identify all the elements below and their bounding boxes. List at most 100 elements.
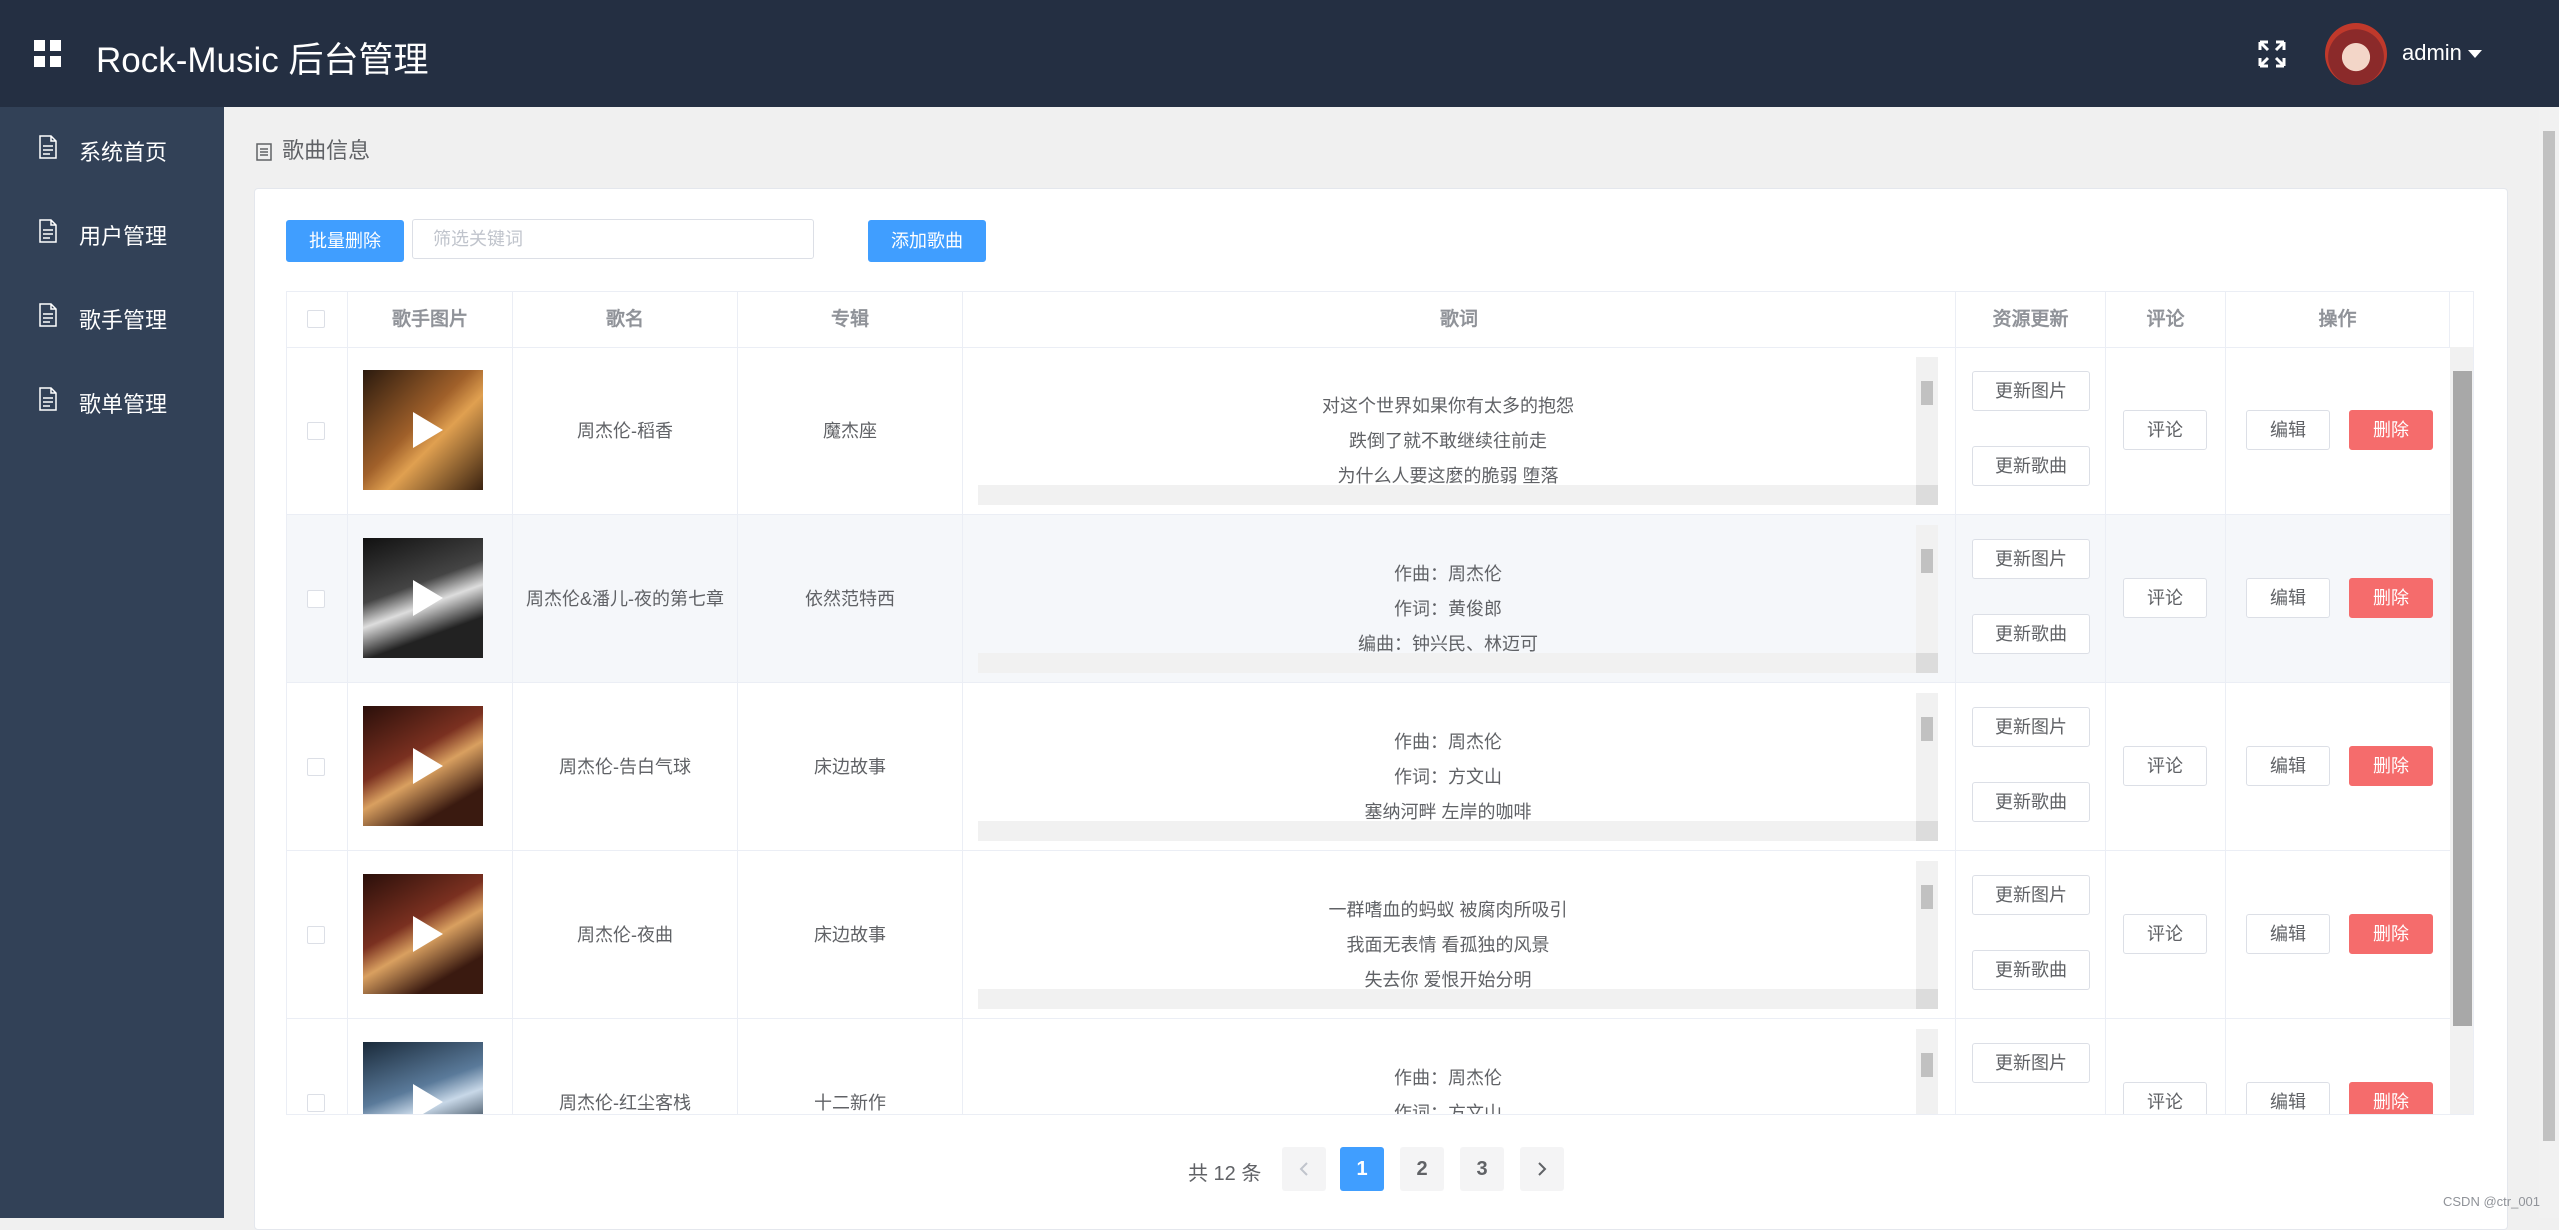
lyrics-scrollbox[interactable]: 作曲：周杰伦 作词：黄俊郎 编曲：钟兴民、林迈可 xyxy=(978,525,1938,673)
singer-image[interactable] xyxy=(363,1042,483,1114)
update-image-button[interactable]: 更新图片 xyxy=(1972,875,2090,915)
add-song-button[interactable]: 添加歌曲 xyxy=(868,220,986,262)
update-song-button[interactable]: 更新歌曲 xyxy=(1972,446,2090,486)
user-avatar[interactable] xyxy=(2325,23,2387,85)
lyrics-scrollbox[interactable]: 对这个世界如果你有太多的抱怨 跌倒了就不敢继续往前走 为什么人要这麼的脆弱 堕落 xyxy=(978,357,1938,505)
lyrics-horizontal-scrollbar[interactable] xyxy=(978,989,1938,1009)
lyrics-vertical-scrollbar[interactable] xyxy=(1916,1029,1938,1114)
search-input[interactable] xyxy=(412,219,814,259)
comment-button[interactable]: 评论 xyxy=(2123,746,2207,786)
sidebar-item-home[interactable]: 系统首页 xyxy=(0,117,224,177)
lyric-line: 对这个世界如果你有太多的抱怨 xyxy=(1322,396,1574,416)
play-icon[interactable] xyxy=(413,412,443,448)
singer-image[interactable] xyxy=(363,874,483,994)
sidebar-item-users[interactable]: 用户管理 xyxy=(0,201,224,261)
username[interactable]: admin xyxy=(2402,40,2462,66)
update-image-button[interactable]: 更新图片 xyxy=(1972,371,2090,411)
app-title: Rock-Music 后台管理 xyxy=(96,41,429,80)
lyric-line: 一群嗜血的蚂蚁 被腐肉所吸引 xyxy=(1328,900,1568,920)
column-header[interactable]: 歌名 xyxy=(513,292,738,347)
sidebar: 系统首页 用户管理 歌手管理 歌单管理 xyxy=(0,107,224,1218)
lyrics-vertical-scrollbar[interactable] xyxy=(1916,693,1938,821)
lyric-line: 跌倒了就不敢继续往前走 xyxy=(1349,431,1547,451)
row-checkbox[interactable] xyxy=(307,926,325,944)
delete-button[interactable]: 删除 xyxy=(2349,914,2433,954)
lyrics-scrollbox[interactable]: 作曲：周杰伦 作词：方文山 xyxy=(978,1029,1938,1114)
lyrics-scrollbox[interactable]: 作曲：周杰伦 作词：方文山 塞纳河畔 左岸的咖啡 xyxy=(978,693,1938,841)
column-header[interactable]: 评论 xyxy=(2106,292,2226,347)
comment-button[interactable]: 评论 xyxy=(2123,410,2207,450)
update-image-button[interactable]: 更新图片 xyxy=(1972,707,2090,747)
column-header[interactable]: 歌词 xyxy=(963,292,1956,347)
column-header[interactable]: 专辑 xyxy=(738,292,963,347)
comment-button[interactable]: 评论 xyxy=(2123,578,2207,618)
prev-page-button[interactable] xyxy=(1282,1147,1326,1191)
play-icon[interactable] xyxy=(413,748,443,784)
lyrics-horizontal-scrollbar[interactable] xyxy=(978,485,1938,505)
singer-image[interactable] xyxy=(363,706,483,826)
lyrics-scrollbox[interactable]: 一群嗜血的蚂蚁 被腐肉所吸引 我面无表情 看孤独的风景 失去你 爱恨开始分明 xyxy=(978,861,1938,1009)
album-name: 床边故事 xyxy=(814,756,886,777)
play-icon[interactable] xyxy=(413,580,443,616)
delete-button[interactable]: 删除 xyxy=(2349,1082,2433,1114)
lyrics-horizontal-scrollbar[interactable] xyxy=(978,653,1938,673)
play-icon[interactable] xyxy=(413,1084,443,1114)
edit-button[interactable]: 编辑 xyxy=(2246,914,2330,954)
lyrics-vertical-scrollbar[interactable] xyxy=(1916,525,1938,653)
fullscreen-icon[interactable] xyxy=(2257,39,2287,69)
table-row: 周杰伦-夜曲 床边故事 一群嗜血的蚂蚁 被腐肉所吸引 我面无表情 看孤独的风景 … xyxy=(287,851,2450,1019)
row-checkbox[interactable] xyxy=(307,1094,325,1112)
row-checkbox[interactable] xyxy=(307,758,325,776)
table-vertical-scrollbar[interactable] xyxy=(2450,347,2473,1114)
comment-button[interactable]: 评论 xyxy=(2123,1082,2207,1114)
song-name: 周杰伦-稻香 xyxy=(577,420,673,441)
grid-menu-icon[interactable] xyxy=(34,40,64,70)
update-image-button[interactable]: 更新图片 xyxy=(1972,539,2090,579)
page-button-3[interactable]: 3 xyxy=(1460,1147,1504,1191)
album-name: 床边故事 xyxy=(814,924,886,945)
lyrics-vertical-scrollbar[interactable] xyxy=(1916,861,1938,989)
caret-down-icon[interactable] xyxy=(2468,50,2482,58)
row-checkbox[interactable] xyxy=(307,590,325,608)
column-header[interactable]: 歌手图片 xyxy=(348,292,513,347)
album-name: 魔杰座 xyxy=(823,420,877,441)
column-header[interactable]: 资源更新 xyxy=(1956,292,2106,347)
lyric-line: 作曲：周杰伦 xyxy=(1394,732,1502,752)
row-checkbox[interactable] xyxy=(307,422,325,440)
edit-button[interactable]: 编辑 xyxy=(2246,410,2330,450)
document-icon xyxy=(39,387,57,411)
batch-delete-button[interactable]: 批量删除 xyxy=(286,220,404,262)
select-all-checkbox[interactable] xyxy=(307,310,325,328)
page-button-2[interactable]: 2 xyxy=(1400,1147,1444,1191)
update-song-button[interactable]: 更新歌曲 xyxy=(1972,782,2090,822)
page-button-1[interactable]: 1 xyxy=(1340,1147,1384,1191)
update-song-button[interactable]: 更新歌曲 xyxy=(1972,614,2090,654)
pagination-total: 共 12 条 xyxy=(1188,1163,1262,1185)
play-icon[interactable] xyxy=(413,916,443,952)
sidebar-item-singers[interactable]: 歌手管理 xyxy=(0,285,224,345)
sidebar-item-playlists[interactable]: 歌单管理 xyxy=(0,369,224,429)
page-vertical-scrollbar[interactable] xyxy=(2539,107,2559,1218)
song-name: 周杰伦&潘儿-夜的第七章 xyxy=(526,588,724,609)
update-song-button[interactable]: 更新歌曲 xyxy=(1972,950,2090,990)
singer-image[interactable] xyxy=(363,538,483,658)
update-image-button[interactable]: 更新图片 xyxy=(1972,1043,2090,1083)
album-name: 依然范特西 xyxy=(805,588,895,609)
delete-button[interactable]: 删除 xyxy=(2349,410,2433,450)
column-header[interactable]: 操作 xyxy=(2226,292,2450,347)
delete-button[interactable]: 删除 xyxy=(2349,578,2433,618)
lyric-line: 我面无表情 看孤独的风景 xyxy=(1346,935,1550,955)
lyrics-horizontal-scrollbar[interactable] xyxy=(978,821,1938,841)
next-page-button[interactable] xyxy=(1520,1147,1564,1191)
edit-button[interactable]: 编辑 xyxy=(2246,1082,2330,1114)
lyrics-vertical-scrollbar[interactable] xyxy=(1916,357,1938,485)
lyric-line: 作词：方文山 xyxy=(1394,767,1502,787)
edit-button[interactable]: 编辑 xyxy=(2246,746,2330,786)
document-icon xyxy=(39,219,57,243)
delete-button[interactable]: 删除 xyxy=(2349,746,2433,786)
singer-image[interactable] xyxy=(363,370,483,490)
sidebar-item-label: 歌手管理 xyxy=(79,308,168,333)
edit-button[interactable]: 编辑 xyxy=(2246,578,2330,618)
lyric-line: 作曲：周杰伦 xyxy=(1394,564,1502,584)
comment-button[interactable]: 评论 xyxy=(2123,914,2207,954)
